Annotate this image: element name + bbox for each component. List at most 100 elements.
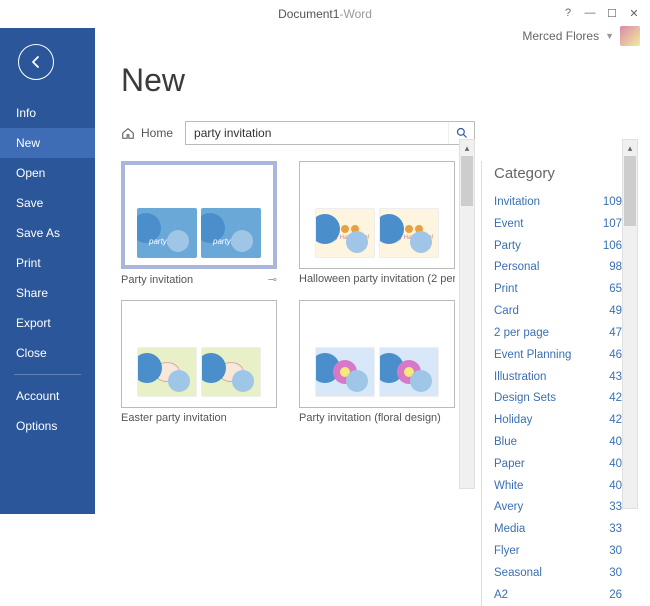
category-row[interactable]: White40 — [494, 476, 636, 498]
nav-item-info[interactable]: Info — [0, 98, 95, 128]
category-count: 40 — [609, 456, 622, 474]
scroll-up-icon[interactable]: ▴ — [623, 140, 637, 156]
nav-item-export[interactable]: Export — [0, 308, 95, 338]
category-row[interactable]: Illustration 43 — [494, 367, 636, 389]
category-count: 26 — [609, 587, 622, 605]
scroll-thumb[interactable] — [461, 156, 473, 206]
category-name: Flyer — [494, 543, 520, 561]
category-name: Paper — [494, 456, 525, 474]
nav-item-save[interactable]: Save — [0, 188, 95, 218]
pin-icon[interactable]: ⊸ — [268, 273, 277, 286]
category-row[interactable]: Print 65 — [494, 279, 636, 301]
template-thumbnail: Happy Halloween!Happy Halloween! — [299, 161, 455, 269]
category-count: 33 — [609, 499, 622, 517]
template-item[interactable]: Party invitation (floral design) — [299, 300, 455, 424]
nav-item-options[interactable]: Options — [0, 411, 95, 441]
home-icon — [121, 126, 135, 140]
nav-item-account[interactable]: Account — [0, 381, 95, 411]
close-window-button[interactable]: ✕ — [624, 4, 644, 22]
category-count: 46 — [609, 347, 622, 365]
nav-item-save-as[interactable]: Save As — [0, 218, 95, 248]
category-count: 43 — [609, 369, 622, 387]
category-count: 49 — [609, 303, 622, 321]
category-count: 30 — [609, 565, 622, 583]
category-row[interactable]: Media 33 — [494, 519, 636, 541]
category-row[interactable]: Invitation109 — [494, 192, 636, 214]
user-name: Merced Flores — [522, 29, 599, 43]
category-heading: Category — [494, 165, 636, 182]
search-box[interactable] — [185, 121, 475, 145]
category-panel: Category Invitation109Event107Party106Pe… — [481, 161, 636, 606]
category-count: 33 — [609, 521, 622, 539]
category-name: Invitation — [494, 194, 540, 212]
nav-divider — [14, 374, 81, 375]
category-count: 65 — [609, 281, 622, 299]
category-name: Design Sets — [494, 390, 556, 408]
back-arrow-icon — [28, 54, 44, 70]
template-gallery: party!party! Party invitation ⊸ Happy Hallo… — [121, 161, 473, 606]
category-name: Event Planning — [494, 347, 571, 365]
home-breadcrumb[interactable]: Home — [121, 126, 173, 140]
category-name: Seasonal — [494, 565, 542, 583]
template-item[interactable]: party!party! Party invitation ⊸ — [121, 161, 277, 286]
category-count: 42 — [609, 412, 622, 430]
nav-item-open[interactable]: Open — [0, 158, 95, 188]
category-row[interactable]: Blue 40 — [494, 432, 636, 454]
restore-button[interactable]: ☐ — [602, 4, 622, 22]
category-row[interactable]: Party 106 — [494, 236, 636, 258]
template-thumbnail — [299, 300, 455, 408]
category-row[interactable]: Card 49 — [494, 301, 636, 323]
titlebar: Document1 - Word ? — ☐ ✕ — [0, 0, 650, 28]
nav-item-share[interactable]: Share — [0, 278, 95, 308]
category-row[interactable]: Flyer 30 — [494, 541, 636, 563]
home-label: Home — [141, 126, 173, 140]
category-name: Event — [494, 216, 523, 234]
scroll-up-icon[interactable]: ▴ — [460, 140, 474, 156]
category-scrollbar[interactable]: ▴ — [622, 139, 638, 509]
template-label: Halloween party invitation (2 per... — [299, 273, 455, 285]
document-title: Document1 — [278, 7, 339, 21]
template-label: Easter party invitation — [121, 412, 227, 424]
category-row[interactable]: Paper 40 — [494, 454, 636, 476]
user-caret-icon: ▼ — [605, 31, 614, 41]
category-count: 40 — [609, 478, 622, 496]
template-item[interactable]: Happy Halloween!Happy Halloween! Hallowee… — [299, 161, 455, 286]
category-row[interactable]: 2 per page47 — [494, 323, 636, 345]
category-row[interactable]: Seasonal 30 — [494, 563, 636, 585]
nav-item-close[interactable]: Close — [0, 338, 95, 368]
category-row[interactable]: Personal98 — [494, 257, 636, 279]
template-label: Party invitation (floral design) — [299, 412, 441, 424]
category-row[interactable]: Design Sets 42 — [494, 388, 636, 410]
scroll-thumb[interactable] — [624, 156, 636, 226]
search-icon — [456, 127, 468, 139]
template-thumbnail: party!party! — [121, 161, 277, 269]
minimize-button[interactable]: — — [580, 4, 600, 22]
back-button[interactable] — [18, 44, 54, 80]
category-count: 30 — [609, 543, 622, 561]
category-count: 40 — [609, 434, 622, 452]
category-row[interactable]: Holiday42 — [494, 410, 636, 432]
gallery-scrollbar[interactable]: ▴ — [459, 139, 475, 489]
help-button[interactable]: ? — [558, 4, 578, 22]
template-label: Party invitation — [121, 274, 193, 286]
search-input[interactable] — [186, 126, 448, 140]
nav-item-new[interactable]: New — [0, 128, 95, 158]
category-name: Personal — [494, 259, 539, 277]
category-row[interactable]: Avery33 — [494, 497, 636, 519]
category-row[interactable]: Event Planning 46 — [494, 345, 636, 367]
category-name: Party — [494, 238, 521, 256]
template-item[interactable]: Easter party invitation — [121, 300, 277, 424]
category-row[interactable]: A226 — [494, 585, 636, 606]
template-thumbnail — [121, 300, 277, 408]
category-name: Print — [494, 281, 518, 299]
category-name: Blue — [494, 434, 517, 452]
category-name: Illustration — [494, 369, 546, 387]
category-count: 42 — [609, 390, 622, 408]
category-name: Media — [494, 521, 525, 539]
category-row[interactable]: Event107 — [494, 214, 636, 236]
user-account[interactable]: Merced Flores ▼ — [522, 26, 640, 46]
nav-item-print[interactable]: Print — [0, 248, 95, 278]
category-name: Card — [494, 303, 519, 321]
category-count: 47 — [609, 325, 622, 343]
category-count: 106 — [603, 238, 622, 256]
